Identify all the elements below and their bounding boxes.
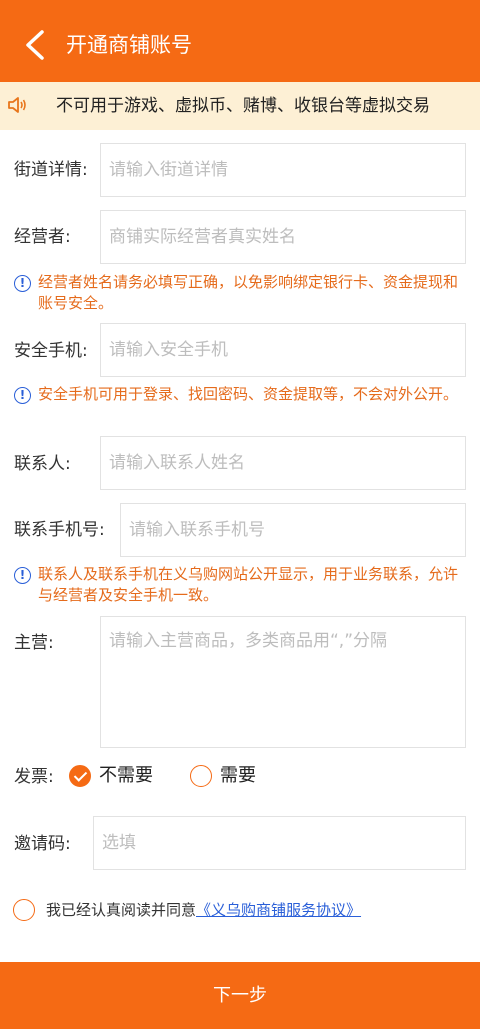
main-business-textarea[interactable] xyxy=(100,616,466,748)
invite-code-label: 邀请码: xyxy=(14,834,71,854)
main-business-label: 主营: xyxy=(14,633,54,653)
invoice-yes-radio[interactable] xyxy=(190,765,212,787)
contact-label: 联系人: xyxy=(14,454,71,474)
info-icon: ! xyxy=(14,387,31,404)
page-title: 开通商铺账号 xyxy=(66,33,192,57)
agreement-checkbox[interactable] xyxy=(13,899,35,921)
speaker-icon xyxy=(8,97,26,113)
header-bar: 开通商铺账号 xyxy=(0,0,480,88)
notice-text: 不可用于游戏、虚拟币、赌博、收银台等虚拟交易 xyxy=(56,96,430,116)
security-phone-input[interactable] xyxy=(100,323,466,377)
info-icon: ! xyxy=(14,567,31,584)
agreement-prefix: 我已经认真阅读并同意 xyxy=(46,901,197,919)
street-label: 街道详情: xyxy=(14,160,88,180)
contact-tip-text: 联系人及联系手机在义乌购网站公开显示，用于业务联系，允许与经营者及安全手机一致。 xyxy=(38,565,459,604)
contact-phone-label: 联系手机号: xyxy=(14,520,105,540)
contact-phone-input[interactable] xyxy=(120,503,466,557)
invoice-no-radio[interactable] xyxy=(69,765,91,787)
agreement-link[interactable]: 《义乌购商铺服务协议》 xyxy=(196,901,361,919)
info-icon: ! xyxy=(14,275,31,292)
security-phone-label: 安全手机: xyxy=(14,341,88,361)
invoice-yes-label[interactable]: 需要 xyxy=(220,764,256,788)
invite-code-input[interactable] xyxy=(93,816,466,870)
invoice-no-label[interactable]: 不需要 xyxy=(99,764,153,788)
next-step-button[interactable]: 下一步 xyxy=(0,962,480,1029)
contact-input[interactable] xyxy=(100,436,466,490)
operator-input[interactable] xyxy=(100,210,466,264)
notice-bar: 不可用于游戏、虚拟币、赌博、收银台等虚拟交易 xyxy=(0,82,480,130)
invoice-label: 发票: xyxy=(14,767,54,787)
security-phone-tip-text: 安全手机可用于登录、找回密码、资金提取等，不会对外公开。 xyxy=(38,385,459,403)
operator-tip-text: 经营者姓名请务必填写正确，以免影响绑定银行卡、资金提现和账号安全。 xyxy=(38,273,459,312)
back-arrow-icon[interactable] xyxy=(22,28,50,62)
agreement-text: 我已经认真阅读并同意《义乌购商铺服务协议》 xyxy=(46,898,361,922)
street-input[interactable] xyxy=(100,143,466,197)
operator-label: 经营者: xyxy=(14,227,71,247)
